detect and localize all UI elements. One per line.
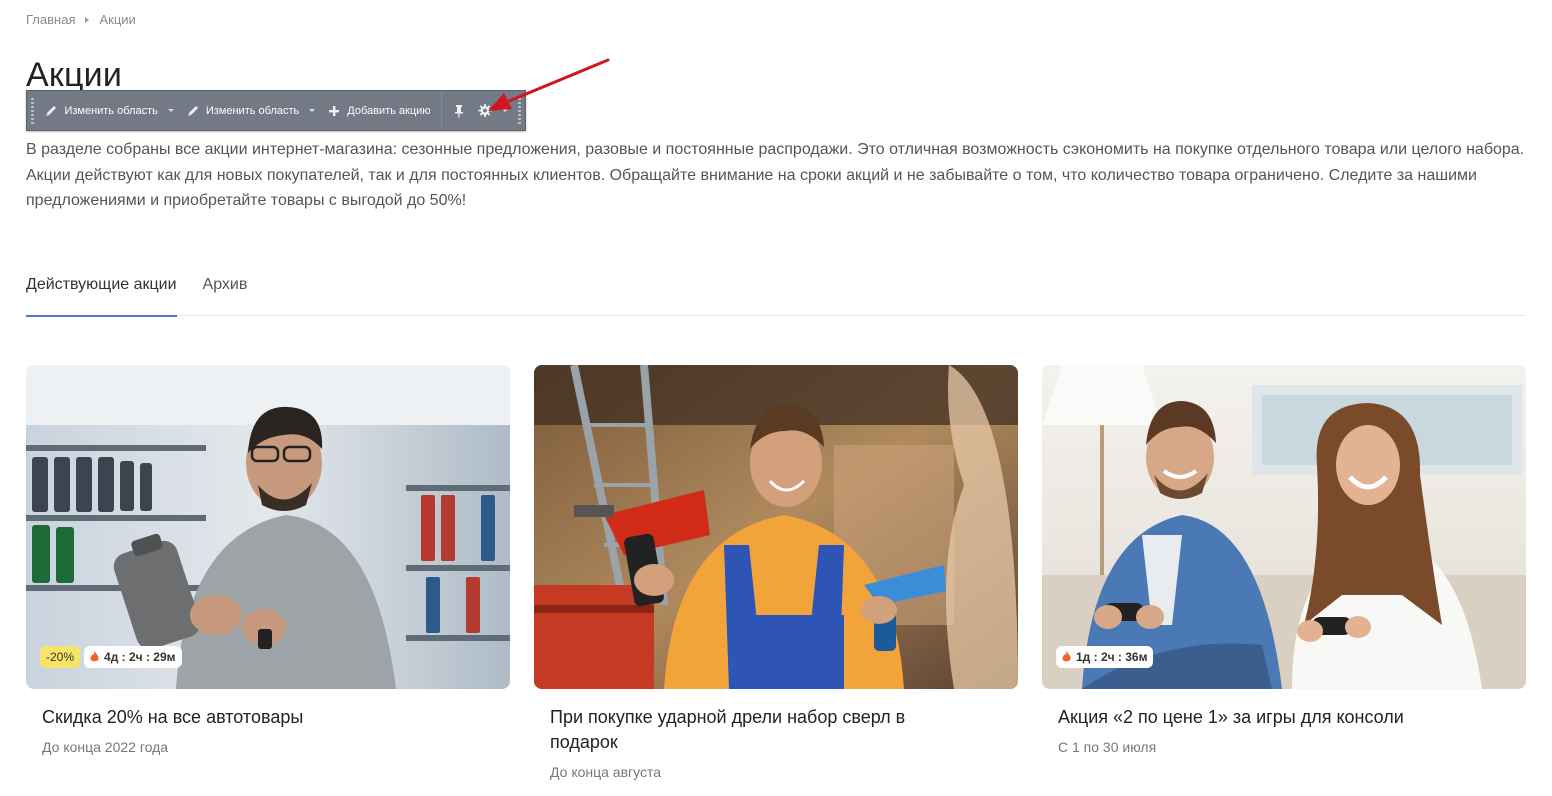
edit-area-label-1: Изменить область [64,104,158,117]
timer-value: 1д : 2ч : 36м [1076,650,1148,664]
tab-active-promos[interactable]: Действующие акции [26,264,177,317]
promo-card-title[interactable]: Скидка 20% на все автотовары [26,705,466,730]
edit-area-button-2[interactable]: Изменить область [180,91,321,130]
panel-divider [440,91,442,130]
promo-card[interactable]: -20% 4д : 2ч : 29м Скидка 20% на все авт… [26,365,510,755]
edit-area-button-1[interactable]: Изменить область [38,91,179,130]
promo-image-drill[interactable] [534,365,1018,689]
breadcrumb: Главная Акции [26,12,136,27]
edit-area-label-2: Изменить область [205,104,300,117]
promo-card[interactable]: 1д : 2ч : 36м Акция «2 по цене 1» за игр… [1042,365,1526,755]
promo-image-auto-store[interactable]: -20% 4д : 2ч : 29м [26,365,510,689]
tab-archive[interactable]: Архив [203,264,248,316]
promo-tabs: Действующие акции Архив [26,264,1526,317]
promo-card-title[interactable]: При покупке ударной дрели набор сверл в … [534,705,974,755]
breadcrumb-separator-icon [85,16,90,23]
fire-icon [1062,651,1071,663]
promo-image-console-games[interactable]: 1д : 2ч : 36м [1042,365,1526,689]
promo-card-title[interactable]: Акция «2 по цене 1» за игры для консоли [1042,705,1482,730]
pin-button[interactable] [446,91,472,130]
edit-panel-toolbar: Изменить область Изменить область Добави… [26,90,526,131]
annotation-arrow-icon [488,58,610,111]
chevron-down-icon [309,109,316,112]
page-description: В разделе собраны все акции интернет-маг… [26,141,1525,209]
promo-card-date: До конца августа [550,764,662,780]
chevron-down-icon [167,109,174,112]
fire-icon [90,651,99,663]
drag-handle-left[interactable] [27,91,38,130]
timer-badge: 1д : 2ч : 36м [1056,646,1154,668]
pin-icon [452,104,466,118]
promo-card-date: До конца 2022 года [42,739,169,755]
promo-cards-grid: -20% 4д : 2ч : 29м Скидка 20% на все авт… [26,365,1526,785]
timer-badge: 4д : 2ч : 29м [84,646,182,668]
breadcrumb-current: Акции [99,12,136,27]
card-badges: -20% 4д : 2ч : 29м [40,646,182,668]
promo-card[interactable]: При покупке ударной дрели набор сверл в … [534,365,1018,780]
add-promo-button[interactable]: Добавить акцию [321,91,436,130]
discount-badge: -20% [40,646,81,668]
add-promo-label: Добавить акцию [347,104,431,117]
pencil-icon [186,104,200,118]
timer-value: 4д : 2ч : 29м [104,650,176,664]
plus-icon [327,104,341,118]
promo-card-date: С 1 по 30 июля [1058,739,1157,755]
card-badges: 1д : 2ч : 36м [1056,646,1154,668]
pencil-icon [44,104,58,118]
breadcrumb-home-link[interactable]: Главная [26,12,75,27]
